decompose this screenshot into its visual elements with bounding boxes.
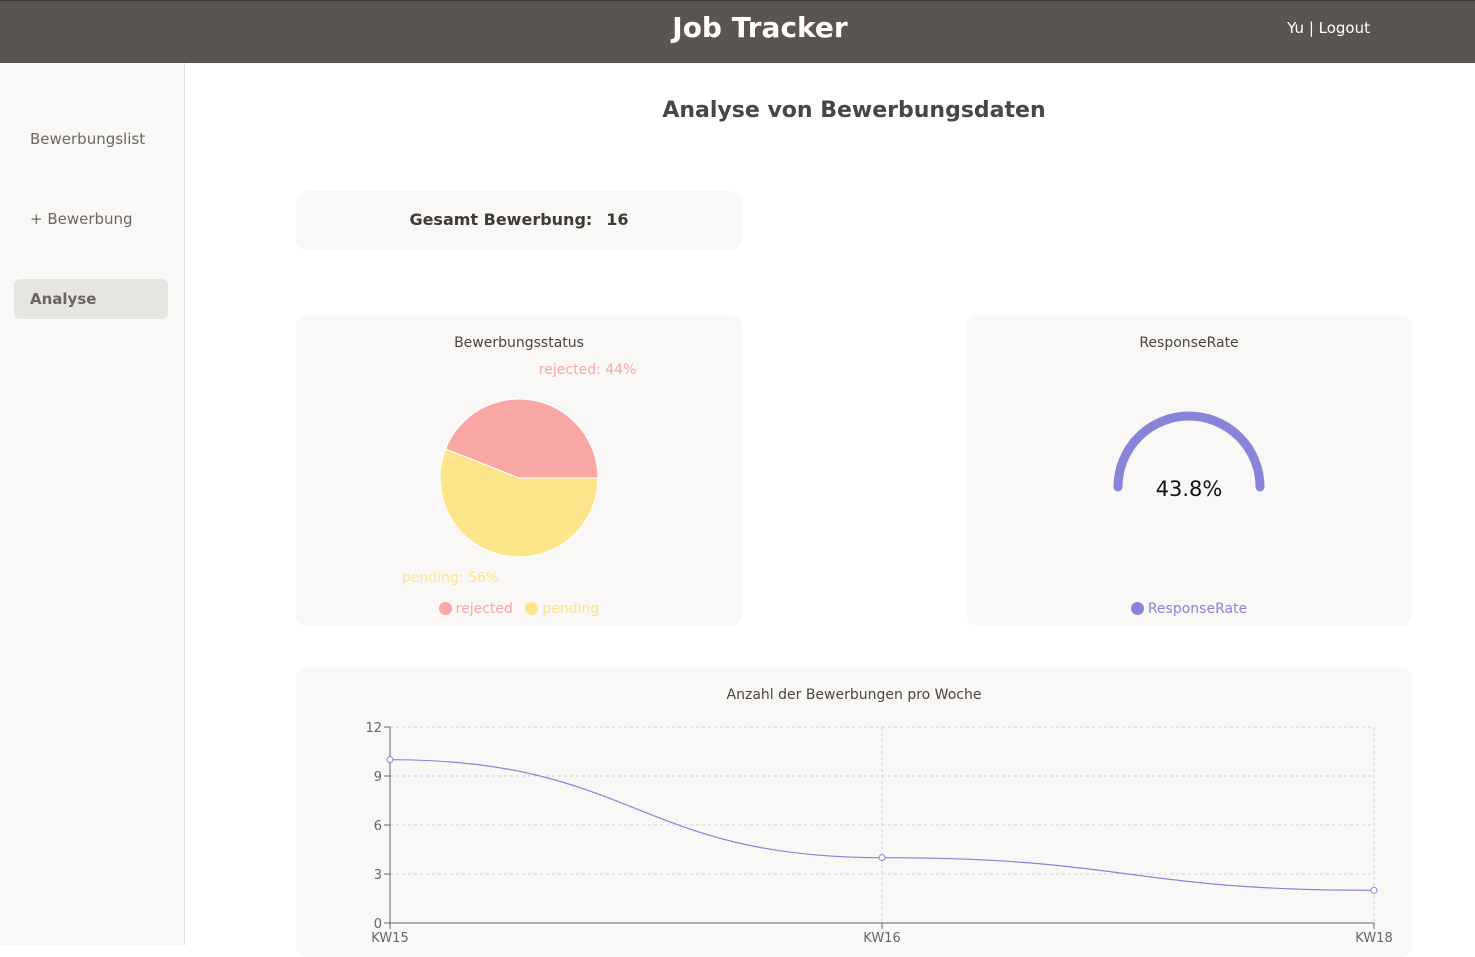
header-bar: Job Tracker Yu | Logout <box>0 0 1475 63</box>
legend-dot-rejected <box>438 602 452 615</box>
weekly-line-card: Anzahl der Bewerbungen pro Woche 0 3 6 9 12 K… <box>296 667 1412 957</box>
user-menu: Yu | Logout <box>1287 19 1370 37</box>
legend-item-responserate[interactable]: ResponseRate <box>1130 601 1248 617</box>
x-tick-label: KW15 <box>371 931 408 946</box>
legend-dot-pending <box>525 602 539 615</box>
legend-item-rejected[interactable]: rejected <box>438 601 513 617</box>
line-point <box>386 756 394 764</box>
total-text: Gesamt Bewerbung: 16 <box>296 210 742 229</box>
logout-link[interactable]: Logout <box>1319 19 1370 37</box>
total-value: 16 <box>606 210 629 229</box>
app-title: Job Tracker <box>672 11 848 44</box>
x-tick-label: KW18 <box>1355 931 1392 946</box>
pie-legend: rejected pending <box>296 601 742 617</box>
line-chart: 0 3 6 9 12 KW15 KW16 KW18 <box>365 721 1392 946</box>
pie-label-rejected: rejected: 44% <box>539 362 637 378</box>
x-tick-label: KW16 <box>863 931 900 946</box>
y-tick-label: 3 <box>374 868 382 883</box>
pie-chart: rejected: 44% pending: 56% <box>402 362 637 586</box>
y-tick-label: 9 <box>374 770 382 785</box>
y-tick-label: 12 <box>365 721 382 736</box>
y-tick-label: 6 <box>374 819 382 834</box>
response-rate-card: ResponseRate 43.8% ResponseRate <box>966 315 1412 626</box>
user-separator: | <box>1304 19 1319 37</box>
sidebar: Bewerbungslist + Bewerbung Analyse <box>0 63 185 945</box>
gauge-legend: ResponseRate <box>966 601 1412 617</box>
legend-label-rejected: rejected <box>455 601 513 617</box>
gauge-value-label: 43.8% <box>1156 477 1223 501</box>
line-point <box>1370 886 1378 894</box>
legend-label-pending: pending <box>542 601 600 617</box>
legend-item-pending[interactable]: pending <box>525 601 599 617</box>
user-name[interactable]: Yu <box>1287 19 1304 37</box>
legend-label-responserate: ResponseRate <box>1147 601 1248 617</box>
sidebar-item-bewerbungslist[interactable]: Bewerbungslist <box>14 119 168 159</box>
legend-dot-responserate <box>1130 602 1144 615</box>
y-tick-label: 0 <box>374 917 382 932</box>
gauge-chart: 43.8% <box>1113 411 1265 501</box>
total-label: Gesamt Bewerbung: <box>409 210 593 229</box>
pie-label-pending: pending: 56% <box>402 570 499 586</box>
status-pie-card: Bewerbungsstatus rejected: 44% pending: 5… <box>296 315 742 626</box>
sidebar-item-add-bewerbung[interactable]: + Bewerbung <box>14 199 168 239</box>
page-title: Analyse von Bewerbungsdaten <box>662 98 1046 123</box>
total-card: Gesamt Bewerbung: 16 <box>296 191 742 250</box>
sidebar-item-analyse[interactable]: Analyse <box>14 279 168 319</box>
line-point <box>878 854 886 862</box>
